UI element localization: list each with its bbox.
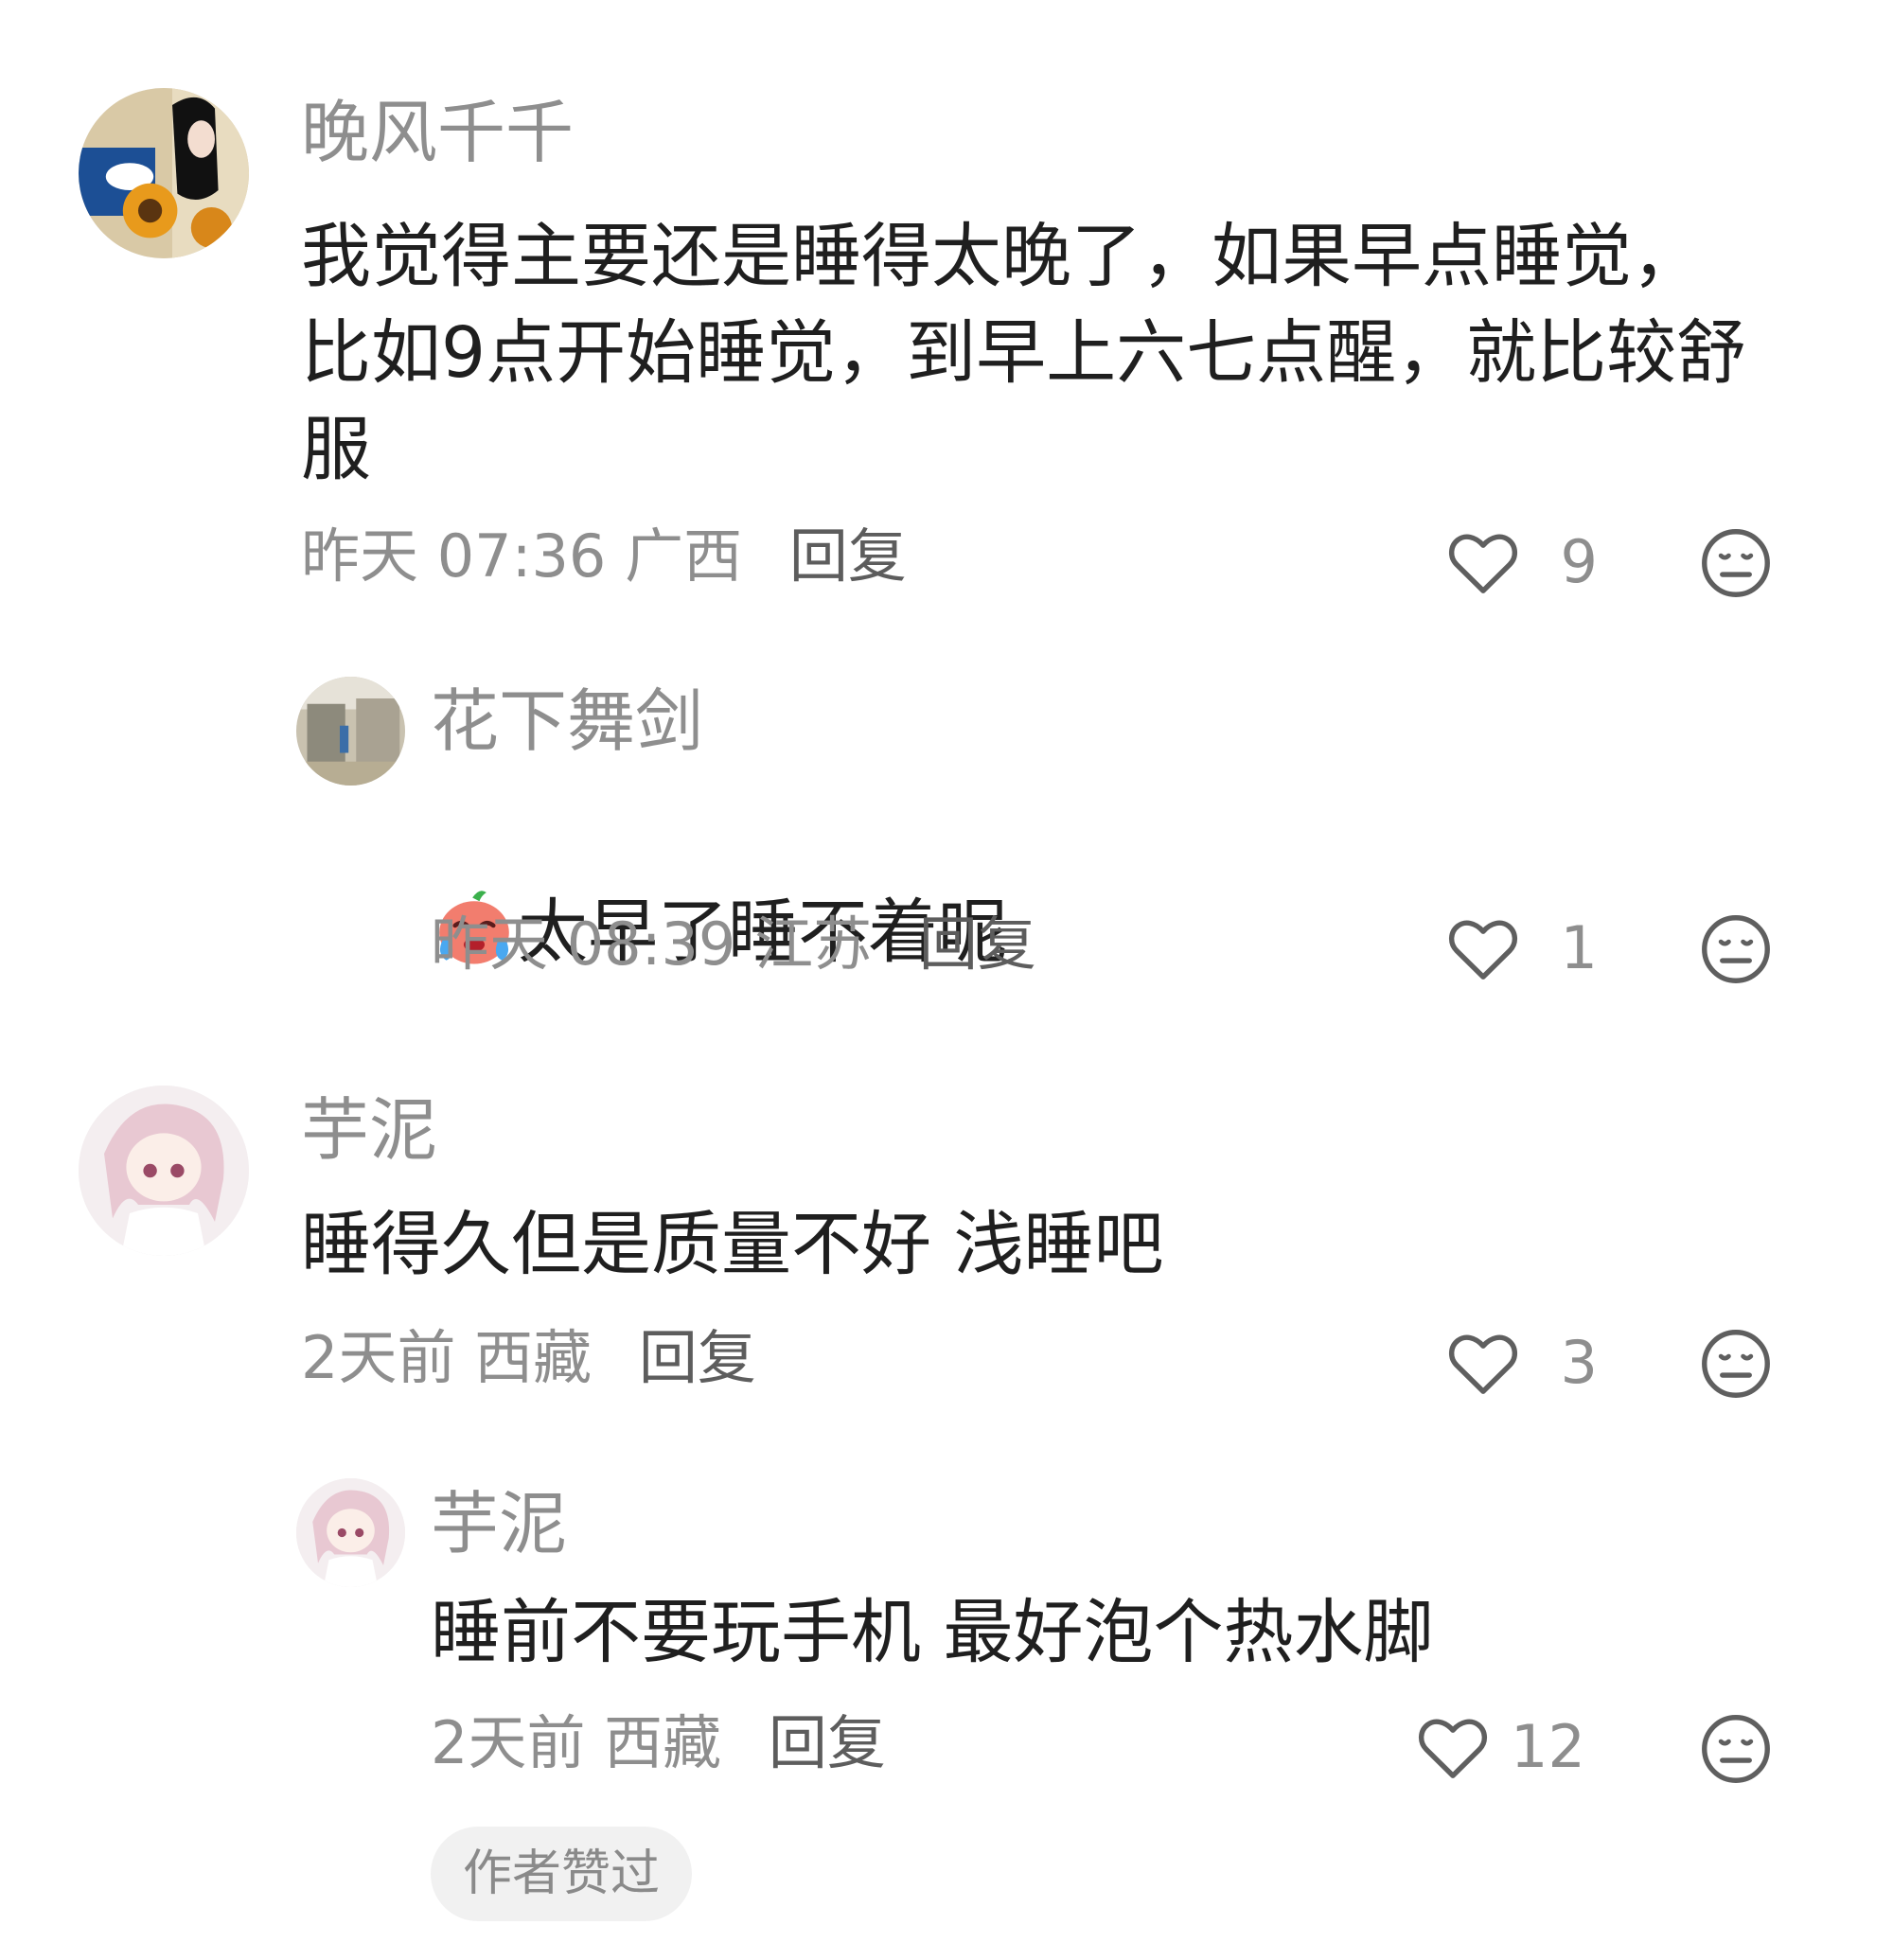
- comment-meta: 2天前 西藏 回复: [301, 1320, 756, 1396]
- timestamp: 昨天 08:39: [431, 909, 736, 979]
- timestamp: 2天前: [431, 1708, 586, 1777]
- username[interactable]: 芋泥: [431, 1480, 567, 1567]
- avatar[interactable]: [296, 677, 405, 786]
- like-count: 3: [1560, 1328, 1598, 1397]
- location: 西藏: [604, 1708, 722, 1777]
- avatar-sunflower-girl-image: [79, 88, 249, 258]
- like-button[interactable]: 3: [1446, 1325, 1598, 1401]
- comment-text: 睡得久但是质量不好 浅睡吧: [301, 1204, 1164, 1285]
- reply-button[interactable]: 回复: [789, 521, 907, 591]
- dislike-button[interactable]: [1700, 527, 1772, 599]
- reply-button[interactable]: 回复: [639, 1323, 756, 1392]
- dislike-button[interactable]: [1700, 1713, 1772, 1785]
- location: 广西: [625, 521, 743, 591]
- author-liked-badge: 作者赞过: [431, 1827, 693, 1921]
- neutral-face-icon: [1702, 1330, 1770, 1398]
- username[interactable]: 晚风千千: [301, 89, 574, 176]
- comment-text: 睡前不要玩手机 最好泡个热水脚: [431, 1592, 1434, 1673]
- timestamp: 昨天 07:36: [301, 521, 607, 591]
- avatar[interactable]: [296, 1478, 405, 1587]
- like-button[interactable]: 12: [1416, 1709, 1585, 1785]
- dislike-button[interactable]: [1700, 913, 1772, 985]
- location: 西藏: [474, 1323, 593, 1392]
- username[interactable]: 花下舞剑: [431, 678, 703, 765]
- like-button[interactable]: 1: [1446, 910, 1598, 986]
- like-count: 9: [1560, 527, 1598, 596]
- neutral-face-icon: [1702, 1715, 1770, 1783]
- like-button[interactable]: 9: [1446, 524, 1598, 600]
- heart-outline-icon: [1448, 920, 1518, 980]
- neutral-face-icon: [1702, 529, 1770, 597]
- timestamp: 2天前: [301, 1323, 456, 1392]
- comment-meta: 昨天 07:36 广西 回复: [301, 519, 907, 594]
- username[interactable]: 芋泥: [301, 1086, 437, 1174]
- heart-outline-icon: [1448, 534, 1518, 593]
- heart-outline-icon: [1448, 1334, 1518, 1394]
- comment-text: 我觉得主要还是睡得太晚了，如果早点睡觉， 比如9点开始睡觉，到早上六七点醒，就比…: [301, 216, 1747, 490]
- heart-outline-icon: [1418, 1719, 1488, 1778]
- neutral-face-icon: [1702, 915, 1770, 983]
- comment-list: 晚风千千 我觉得主要还是睡得太晚了，如果早点睡觉， 比如9点开始睡觉，到早上六七…: [0, 0, 1893, 1960]
- comment-meta: 昨天 08:39 江苏 回复: [431, 907, 1036, 982]
- avatar[interactable]: [79, 1086, 249, 1256]
- avatar-anime-girl-image: [296, 1478, 405, 1587]
- dislike-button[interactable]: [1700, 1328, 1772, 1400]
- comment-meta: 2天前 西藏 回复: [431, 1705, 886, 1781]
- like-count: 1: [1560, 913, 1598, 982]
- reply-button[interactable]: 回复: [919, 909, 1036, 979]
- location: 江苏: [754, 909, 873, 979]
- reply-button[interactable]: 回复: [769, 1708, 886, 1777]
- avatar[interactable]: [79, 88, 249, 258]
- avatar-street-photo-image: [296, 677, 405, 786]
- like-count: 12: [1511, 1712, 1585, 1781]
- avatar-anime-girl-image: [79, 1086, 249, 1256]
